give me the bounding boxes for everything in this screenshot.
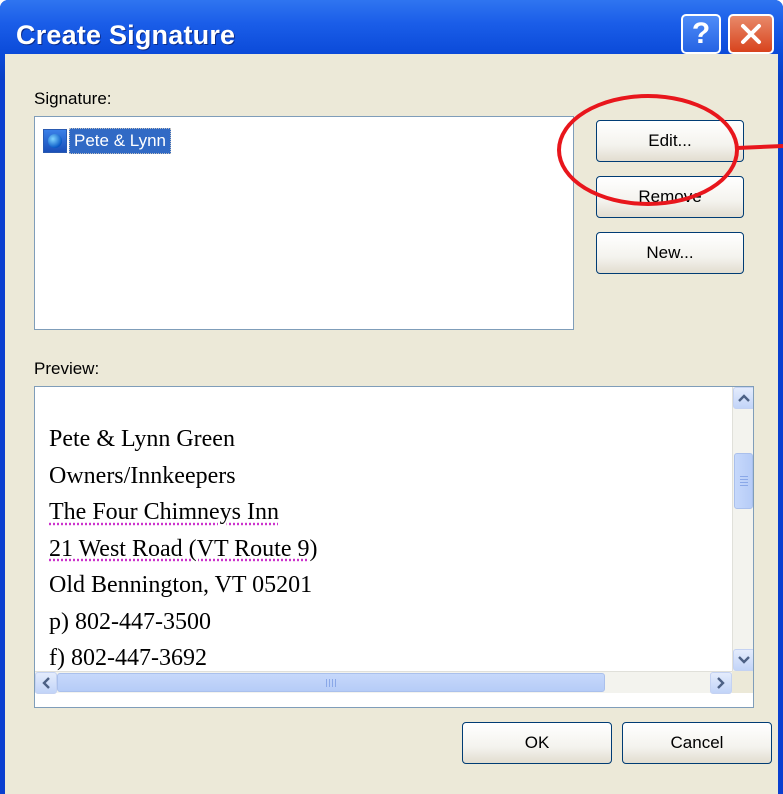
- signature-listbox[interactable]: Pete & Lynn: [34, 116, 574, 330]
- create-signature-dialog: Create Signature ? Signature: Pete & Lyn…: [0, 0, 783, 794]
- horizontal-scroll-thumb[interactable]: [57, 673, 605, 692]
- close-button[interactable]: [728, 14, 774, 54]
- preview-line: p) 802-447-3500: [49, 608, 211, 635]
- preview-label: Preview:: [34, 359, 100, 378]
- help-button[interactable]: ?: [681, 14, 721, 54]
- scroll-up-button[interactable]: [733, 387, 753, 409]
- dialog-title: Create Signature: [16, 20, 236, 50]
- cancel-button-label: Cancel: [670, 733, 724, 752]
- list-item[interactable]: Pete & Lynn: [43, 125, 171, 157]
- annotation-arrow-icon: [737, 144, 783, 150]
- signature-label: Signature:: [34, 89, 112, 108]
- signature-preview[interactable]: Pete & Lynn Green Owners/Innkeepers The …: [34, 386, 754, 708]
- scroll-left-button[interactable]: [35, 672, 57, 694]
- horizontal-scrollbar[interactable]: [35, 671, 732, 694]
- chevron-left-icon: [42, 677, 50, 689]
- chevron-right-icon: [717, 677, 725, 689]
- preview-line: Owners/Innkeepers: [49, 462, 236, 489]
- preview-line: The Four Chimneys Inn: [49, 499, 279, 525]
- edit-button-label: Edit...: [648, 131, 692, 150]
- ok-button[interactable]: OK: [462, 722, 612, 764]
- scroll-down-button[interactable]: [733, 649, 753, 671]
- remove-button[interactable]: Remove: [596, 176, 744, 218]
- edit-button[interactable]: Edit...: [596, 120, 744, 162]
- preview-line: Old Bennington, VT 05201: [49, 572, 313, 598]
- close-icon: [741, 24, 761, 44]
- signature-globe-icon: [43, 129, 67, 153]
- chevron-down-icon: [738, 656, 750, 664]
- scroll-right-button[interactable]: [710, 672, 732, 694]
- preview-text: Pete & Lynn Green Owners/Innkeepers The …: [49, 421, 318, 677]
- remove-button-label: Remove: [638, 187, 702, 206]
- signature-item-label: Pete & Lynn: [69, 128, 171, 154]
- cancel-button[interactable]: Cancel: [622, 722, 772, 764]
- vertical-scrollbar[interactable]: [732, 387, 753, 671]
- preview-line: 21 West Road (VT Route 9): [49, 535, 318, 562]
- vertical-scroll-thumb[interactable]: [734, 453, 753, 509]
- new-button-label: New...: [646, 243, 694, 262]
- help-icon: ?: [691, 17, 711, 50]
- new-button[interactable]: New...: [596, 232, 744, 274]
- ok-button-label: OK: [524, 733, 550, 752]
- scrollbar-corner: [732, 671, 753, 693]
- chevron-up-icon: [738, 394, 750, 402]
- preview-line: Pete & Lynn Green: [49, 426, 235, 452]
